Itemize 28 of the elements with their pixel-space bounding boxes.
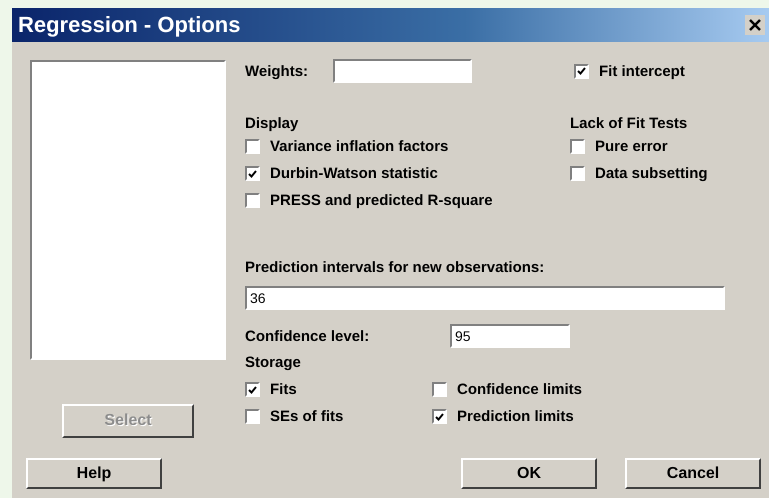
weights-field[interactable] [333,59,472,83]
checkbox[interactable]: Prediction limits [432,403,725,430]
field-label: Confidence level: [245,328,370,344]
checkmark-icon [435,412,444,420]
dialog-button[interactable]: Help [26,458,162,489]
confidence-field[interactable]: 95 [450,324,570,348]
checkbox[interactable]: Variance inflation factors [245,133,570,160]
checkbox[interactable]: PRESS and predicted R-square [245,187,570,214]
prediction-field[interactable]: 36 [245,286,725,310]
section-heading: Lack of Fit Tests [570,115,688,133]
section-heading: Storage [245,354,302,372]
section-heading: Display [245,115,300,133]
checkmark-icon [248,386,257,394]
close-button[interactable] [745,15,765,35]
checkbox[interactable]: SEs of fits [245,403,432,430]
checkbox[interactable]: Pure error [570,133,708,160]
checkbox[interactable]: Fits [245,376,432,403]
window-title: Regression - Options [18,12,242,38]
checkbox[interactable]: Durbin-Watson statistic [245,160,570,187]
weights-label: Weights: [245,62,310,80]
checkbox[interactable]: Fit intercept [574,58,685,84]
checkbox[interactable]: Data subsetting [570,160,708,187]
dialog-button[interactable]: Cancel [625,458,761,489]
checkmark-icon [577,67,586,75]
dialog-button[interactable]: OK [461,458,597,489]
checkbox[interactable]: Confidence limits [432,376,725,403]
field-label: Prediction intervals for new observations: [245,259,546,277]
checkmark-icon [248,170,257,178]
